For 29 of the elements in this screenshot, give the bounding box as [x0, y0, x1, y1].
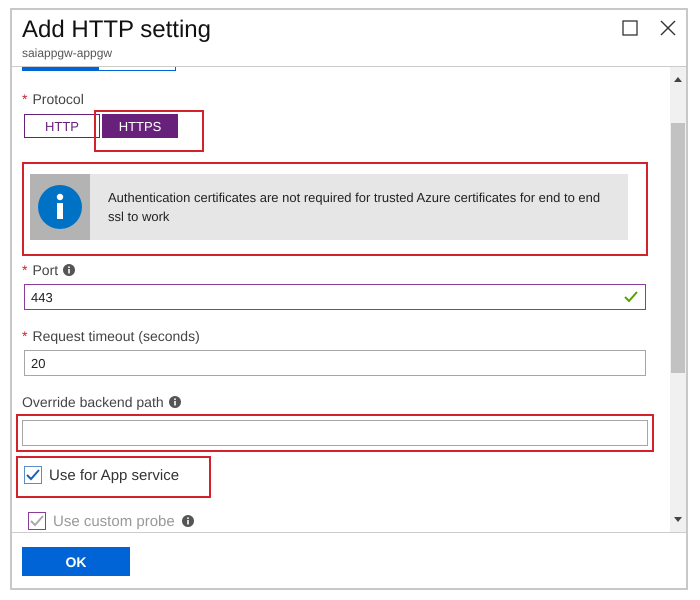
info-icon — [38, 185, 82, 229]
dialog-subtitle: saiappgw-appgw — [22, 46, 114, 60]
checkmark-icon — [624, 291, 638, 303]
toggle-edge[interactable] — [22, 67, 176, 71]
info-message: Authentication certificates are not required for trusted Azure certificates for end to end ssl to work — [107, 189, 602, 226]
check-icon — [26, 469, 40, 481]
check-icon — [30, 515, 44, 527]
field-label: Request timeout (seconds) — [32, 328, 200, 344]
maximize-icon[interactable] — [622, 20, 638, 36]
scrollbar[interactable] — [670, 67, 686, 532]
field-label: Protocol — [32, 91, 84, 107]
field-label: Override backend path — [22, 394, 164, 410]
ok-button[interactable]: OK — [22, 547, 130, 576]
protocol-option[interactable]: HTTP — [24, 114, 100, 138]
protocol-option[interactable]: HTTPS — [102, 114, 178, 138]
scroll-down-icon[interactable] — [673, 516, 683, 524]
checkbox-label: Use custom probe — [53, 512, 175, 530]
required-mark: * — [22, 328, 28, 344]
text-field[interactable]: 443 — [24, 284, 646, 310]
field-label: Port — [32, 262, 58, 278]
required-mark: * — [22, 91, 28, 107]
checkbox-label: Use for App service — [49, 466, 180, 484]
checkbox[interactable] — [24, 466, 42, 484]
dialog-title: Add HTTP setting — [22, 16, 211, 44]
close-icon[interactable] — [660, 20, 676, 36]
text-field[interactable]: 20 — [24, 350, 646, 376]
required-mark: * — [22, 262, 28, 278]
scroll-up-icon[interactable] — [673, 75, 683, 83]
text-field[interactable] — [22, 420, 648, 446]
